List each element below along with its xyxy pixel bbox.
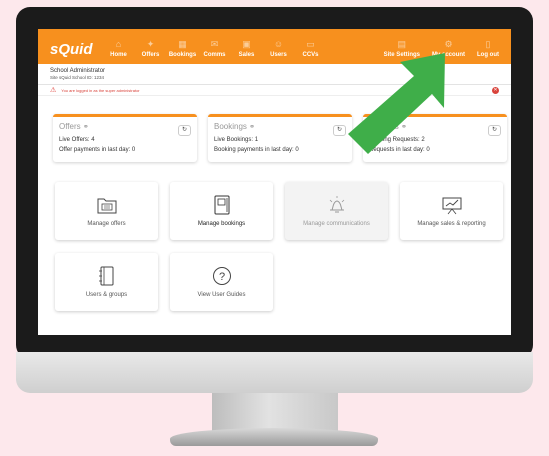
logo[interactable]: sQuid: [50, 42, 93, 58]
bookings-card: Bookings ⚭ Live Bookings: 1 Booking paym…: [208, 114, 352, 162]
manage-bookings-tile[interactable]: Manage bookings: [170, 182, 273, 240]
presentation-chart-icon: [442, 197, 461, 215]
admin-alert: ⚠ You are logged in as the super adminis…: [38, 85, 511, 97]
calendar-icon: ▦: [178, 39, 187, 49]
refunds-card: Refunds ⚭ Pending Requests: 2 Requests i…: [363, 114, 507, 162]
card-title[interactable]: Bookings ⚭: [214, 122, 346, 131]
manage-communications-tile[interactable]: Manage communications: [285, 182, 388, 240]
nav-log-out[interactable]: ▯ Log out: [471, 39, 505, 59]
card-line: Live Bookings: 1: [214, 137, 259, 143]
nav-offers[interactable]: ✦ Offers: [135, 39, 167, 59]
logout-icon: ▯: [485, 39, 491, 49]
tile-label: Manage bookings: [197, 221, 246, 227]
tag-icon: ✦: [146, 39, 155, 49]
card-line: Requests in last day: 0: [369, 146, 430, 153]
refresh-icon: ↻: [491, 127, 498, 133]
bell-icon: [329, 196, 344, 213]
nav-site-settings[interactable]: ▤ Site Settings: [378, 39, 426, 59]
top-nav-bar: sQuid ⌂ Home ✦ Offers ▦ Bookings ✉ Comms ▣ Sa…: [38, 29, 511, 64]
warning-icon: ⚠: [50, 87, 57, 95]
envelope-icon: ✉: [210, 39, 219, 49]
user-info: School Administrator Site sQuid School I…: [38, 64, 511, 86]
refresh-button[interactable]: ↻: [488, 125, 501, 136]
home-icon: ⌂: [115, 39, 122, 49]
main-nav: ⌂ Home ✦ Offers ▦ Bookings ✉ Comms ▣ Sales ☺ U…: [103, 39, 327, 59]
screen: sQuid ⌂ Home ✦ Offers ▦ Bookings ✉ Comms ▣ Sa…: [38, 29, 511, 335]
tile-label: Manage offers: [87, 221, 126, 227]
link-icon: ⚭: [401, 124, 407, 131]
monitor-stand-neck: [212, 393, 338, 431]
monitor-stand-foot: [170, 428, 378, 446]
card-line: Live Offers: 4: [59, 137, 95, 143]
nav-bookings[interactable]: ▦ Bookings: [167, 39, 199, 59]
address-book-icon: [98, 266, 113, 286]
tile-label: Manage communications: [303, 221, 370, 227]
nav-users[interactable]: ☺ Users: [263, 39, 295, 59]
manage-sales-reporting-tile[interactable]: Manage sales & reporting: [400, 182, 503, 240]
card-icon: ▭: [306, 39, 315, 49]
refresh-icon: ↻: [336, 127, 343, 133]
close-icon[interactable]: ✕: [492, 86, 499, 94]
card-line: Booking payments in last day: 0: [214, 146, 299, 153]
svg-text:?: ?: [218, 271, 224, 283]
settings-icon: ▤: [397, 39, 407, 49]
nav-sales[interactable]: ▣ Sales: [231, 39, 263, 59]
nav-comms[interactable]: ✉ Comms: [199, 39, 231, 59]
manage-offers-tile[interactable]: Manage offers: [55, 182, 158, 240]
nav-home[interactable]: ⌂ Home: [103, 39, 135, 59]
tile-label: View User Guides: [197, 292, 246, 298]
tile-label: Manage sales & reporting: [417, 221, 486, 227]
alert-text: You are logged in as the super administr…: [61, 87, 140, 93]
offers-card: Offers ⚭ Live Offers: 4 Offer payments i…: [53, 114, 197, 162]
tile-label: Users & groups: [85, 292, 128, 298]
account-icon: ⚙: [444, 39, 453, 49]
link-icon: ⚭: [249, 124, 256, 131]
chart-icon: ▣: [242, 39, 251, 49]
card-line: Pending Requests: 2: [369, 137, 425, 143]
site-id: Site sQuid School ID: 1234: [50, 75, 105, 81]
card-title[interactable]: Offers ⚭: [59, 122, 191, 131]
card-title[interactable]: Refunds ⚭: [369, 122, 501, 131]
monitor-chin: [16, 352, 533, 393]
link-icon: ⚭: [82, 124, 89, 131]
folder-icon: [97, 198, 116, 214]
account-nav: ▤ Site Settings ⚙ My account ▯ Log out: [378, 39, 505, 59]
refresh-icon: ↻: [181, 127, 188, 133]
users-groups-tile[interactable]: Users & groups: [55, 253, 158, 311]
card-line: Offer payments in last day: 0: [59, 146, 136, 153]
nav-ccvs[interactable]: ▭ CCVs: [295, 39, 327, 59]
help-icon: ?: [212, 267, 231, 285]
view-user-guides-tile[interactable]: ? View User Guides: [170, 253, 273, 311]
notebook-icon: [214, 195, 229, 215]
users-icon: ☺: [273, 39, 284, 49]
refresh-button[interactable]: ↻: [333, 125, 346, 136]
user-role: School Administrator: [50, 68, 106, 74]
refresh-button[interactable]: ↻: [178, 125, 191, 136]
nav-my-account[interactable]: ⚙ My account: [426, 39, 471, 59]
